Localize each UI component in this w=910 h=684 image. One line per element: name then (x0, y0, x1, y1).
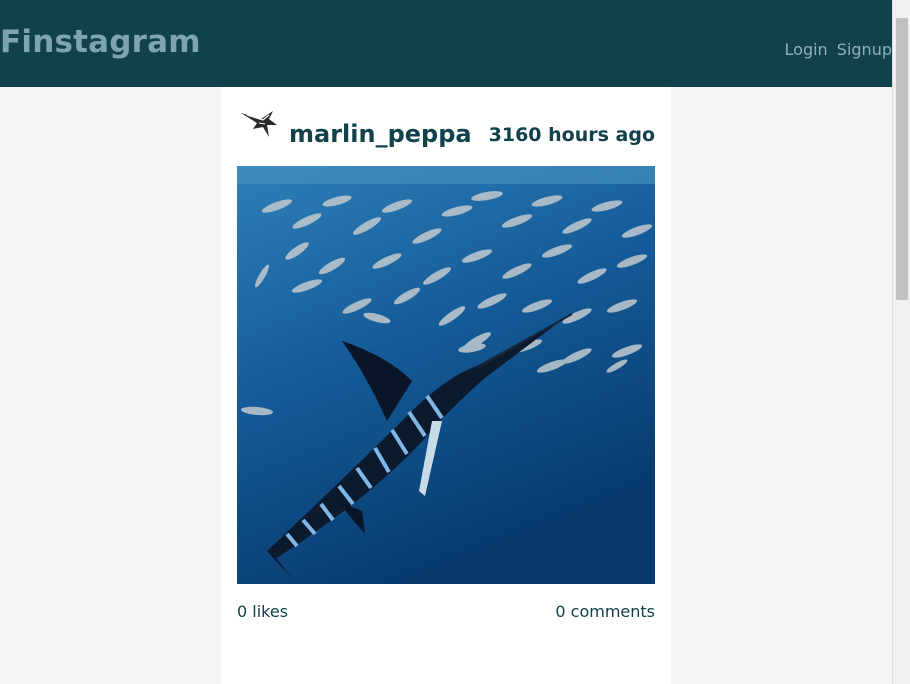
vertical-scrollbar[interactable] (892, 0, 910, 684)
post-header: marlin_peppa 3160 hours ago (237, 105, 655, 148)
nav-links: Login Signup (781, 40, 892, 59)
navbar: Finstagram Login Signup (0, 0, 892, 87)
brand-logo[interactable]: Finstagram (0, 24, 201, 60)
likes-count[interactable]: 0 likes (237, 602, 288, 621)
post-image[interactable] (237, 166, 655, 584)
post-card: marlin_peppa 3160 hours ago 0 likes 0 co… (221, 87, 671, 684)
signup-link[interactable]: Signup (837, 40, 892, 59)
marlin-avatar-icon[interactable] (239, 105, 279, 145)
page: Finstagram Login Signup marlin_peppa 316… (0, 0, 910, 684)
scrollbar-thumb[interactable] (896, 18, 908, 300)
comments-count[interactable]: 0 comments (555, 602, 655, 621)
post-username[interactable]: marlin_peppa (289, 120, 472, 148)
post-timestamp: 3160 hours ago (488, 124, 655, 146)
login-link[interactable]: Login (785, 40, 828, 59)
